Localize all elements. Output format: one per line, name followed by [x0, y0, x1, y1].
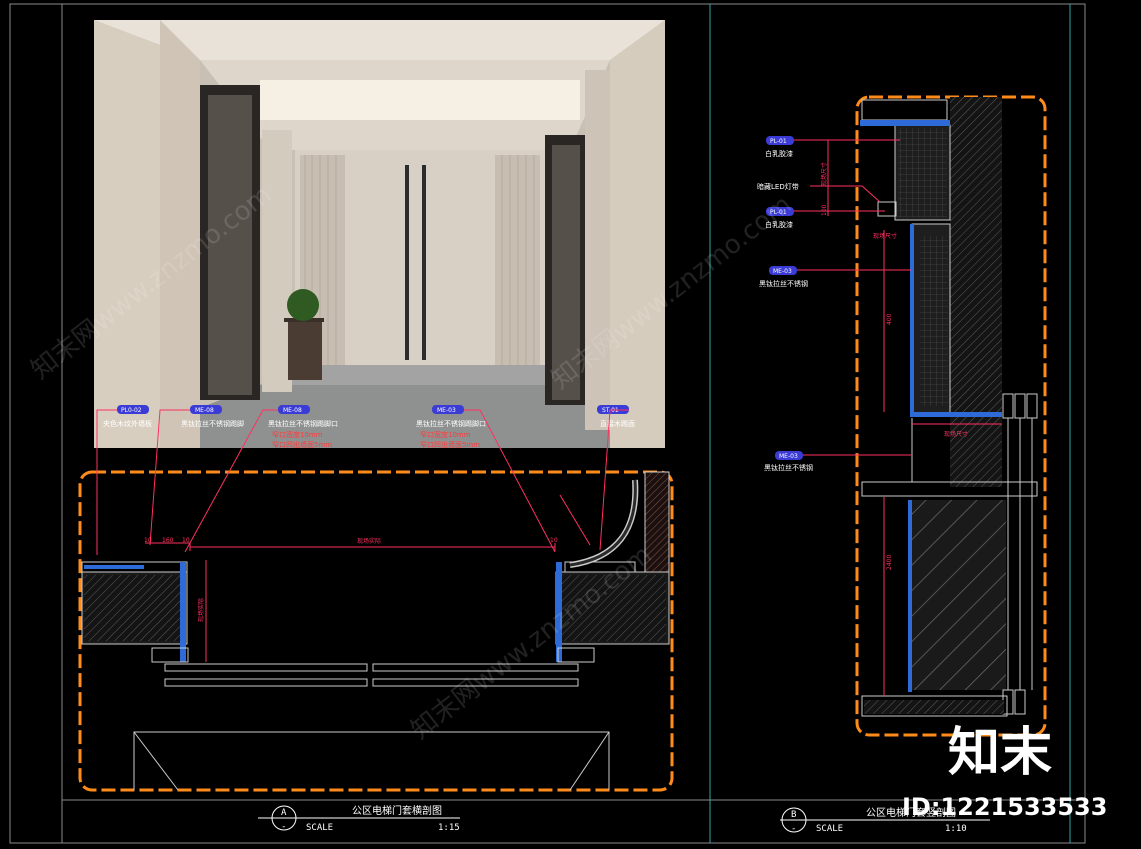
left-tag-3-note1: 窄口宽度10mm [272, 430, 323, 439]
plan-dim-d3: 10 [182, 537, 190, 544]
plan-dim-d2: 160 [162, 537, 174, 544]
left-scale-label: SCALE [306, 823, 333, 833]
right-label-id: B [791, 810, 796, 820]
left-tag-1-desc: 夹色木纹外墙板 [103, 419, 152, 428]
right-dim-gap: 现场尺寸 [944, 430, 968, 438]
plan-dim-d4: 10 [550, 537, 558, 544]
right-label-sub: - [791, 824, 796, 834]
lobby-render-photo [94, 20, 665, 448]
left-tag-3-code: ME-08 [283, 407, 302, 414]
plan-dimensions [145, 542, 556, 662]
left-label-id: A [281, 808, 287, 818]
right-dim-h1: 400 [886, 313, 893, 325]
right-dim-h2: 2400 [886, 555, 893, 570]
right-dim-v1: 现场尺寸 [820, 162, 828, 186]
cad-drawing-sheet: PL0-02 夹色木纹外墙板 ME-08 黑钛拉丝不锈钢踢脚 ME-08 黑钛拉… [9, 3, 1107, 844]
right-tag-5-desc: 黑钛拉丝不锈钢 [764, 463, 813, 472]
right-scale-label: SCALE [816, 824, 843, 834]
left-tag-4-code: ME-03 [437, 407, 456, 414]
right-tag-1-code: PL-01 [770, 138, 787, 145]
left-tag-4-note1: 窄口宽度10mm [420, 430, 471, 439]
watermark-id: ID:1221533533 [902, 793, 1107, 821]
right-tag-1-desc: 白乳胶漆 [765, 149, 793, 158]
left-tag-4-note2: 窄口凹出墙面5mm [420, 440, 480, 449]
vertical-section-geometry [860, 97, 1038, 717]
left-tag-3-desc: 黑钛拉丝不锈钢踢脚口 [268, 419, 338, 428]
right-tag-4-desc: 黑钛拉丝不锈钢 [759, 279, 808, 288]
left-tag-3-note2: 窄口凹出墙面5mm [272, 440, 332, 449]
right-ceiling-note: 现场尺寸 [873, 232, 897, 240]
left-tag-4-desc: 黑钛拉丝不锈钢踢脚口 [416, 419, 486, 428]
watermark-brand: 知末 [948, 723, 1052, 783]
left-label-sub: - [281, 822, 286, 832]
left-tag-5-desc: 直接木踢面 [600, 419, 635, 428]
plan-geometry [81, 471, 670, 791]
right-dim-v2: 100 [821, 204, 828, 216]
plan-dim-span: 现场实际 [357, 537, 381, 545]
right-tag-5-code: ME-03 [779, 453, 798, 460]
left-tag-2-code: ME-08 [195, 407, 214, 414]
left-view-title: 公区电梯门套横剖图 [352, 804, 442, 817]
plan-dim-depth: 现场实际 [197, 598, 205, 622]
left-scale-value: 1:15 [438, 823, 460, 833]
left-tag-1-code: PL0-02 [121, 407, 142, 414]
right-callout-tags: PL-01 白乳胶漆 暗藏LED灯带 PL-01 白乳胶漆 ME-03 黑钛拉丝… [757, 136, 813, 472]
right-tag-4-code: ME-03 [773, 268, 792, 275]
left-tag-2-desc: 黑钛拉丝不锈钢踢脚 [181, 419, 244, 428]
plan-dim-d1: 10 [144, 537, 152, 544]
right-scale-value: 1:10 [945, 824, 967, 834]
